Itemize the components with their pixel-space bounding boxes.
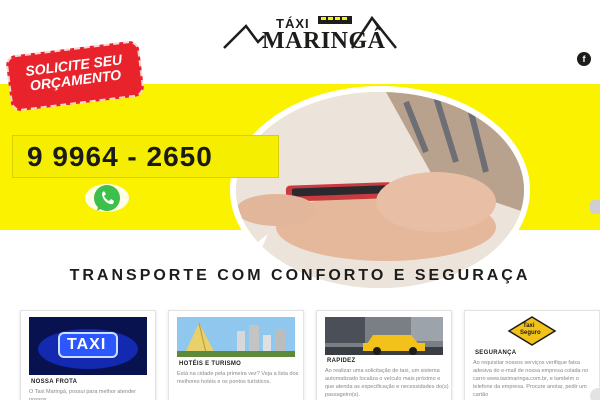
phone-number: 9 9964 - 2650 <box>27 141 213 172</box>
card-title: HOTÉIS E TURISMO <box>179 361 242 367</box>
taxi-sign-text: TAXI <box>67 336 107 353</box>
taxi-sign-image: TAXI <box>29 317 147 375</box>
side-tab[interactable] <box>590 200 600 214</box>
hero-phone-photo <box>230 92 524 288</box>
card-seguranca[interactable]: Taxi Seguro SEGURANÇA Ao requisitar noss… <box>464 310 600 400</box>
card-text: Está na cidade pela primeira vez? Veja a… <box>177 371 299 385</box>
card-title: RAPIDEZ <box>327 358 356 364</box>
sign-line1: Taxi <box>523 323 535 329</box>
logo-main-text: MARINGÁ <box>262 28 386 54</box>
phone-number-box[interactable]: 9 9964 - 2650 <box>12 135 279 178</box>
card-text: O Taxi Maringá, possui para melhor atend… <box>29 389 136 400</box>
whatsapp-icon[interactable] <box>80 180 134 216</box>
facebook-icon[interactable]: f <box>577 52 591 66</box>
section-title: TRANSPORTE COM CONFORTO E SEGURAÇA <box>69 267 531 284</box>
card-rapidez[interactable]: RAPIDEZ Ao realizar uma solicitação de t… <box>316 310 452 400</box>
photo-circle <box>236 92 524 288</box>
card-hoteis-turismo[interactable]: HOTÉIS E TURISMO Está na cidade pela pri… <box>168 310 304 400</box>
card-title: NOSSA FROTA <box>31 379 78 385</box>
sign-line2: Seguro <box>520 330 541 336</box>
yellow-cab-image <box>325 317 443 355</box>
taxi-seguro-sign: Taxi Seguro <box>473 315 591 347</box>
card-nossa-frota[interactable]: TAXI NOSSA FROTA O Taxi Maringá, possui … <box>20 310 156 400</box>
scroll-to-top-button[interactable] <box>590 388 600 400</box>
hand-phone-illustration <box>236 92 524 288</box>
city-image <box>177 317 295 358</box>
card-text: Ao realizar uma solicitação de taxi, um … <box>325 368 449 398</box>
card-title: SEGURANÇA <box>475 350 517 356</box>
taxi-maringa-logo[interactable]: TÁXI MARINGÁ <box>222 12 398 62</box>
card-text: Ao requisitar nossos serviços verifique … <box>473 360 589 398</box>
